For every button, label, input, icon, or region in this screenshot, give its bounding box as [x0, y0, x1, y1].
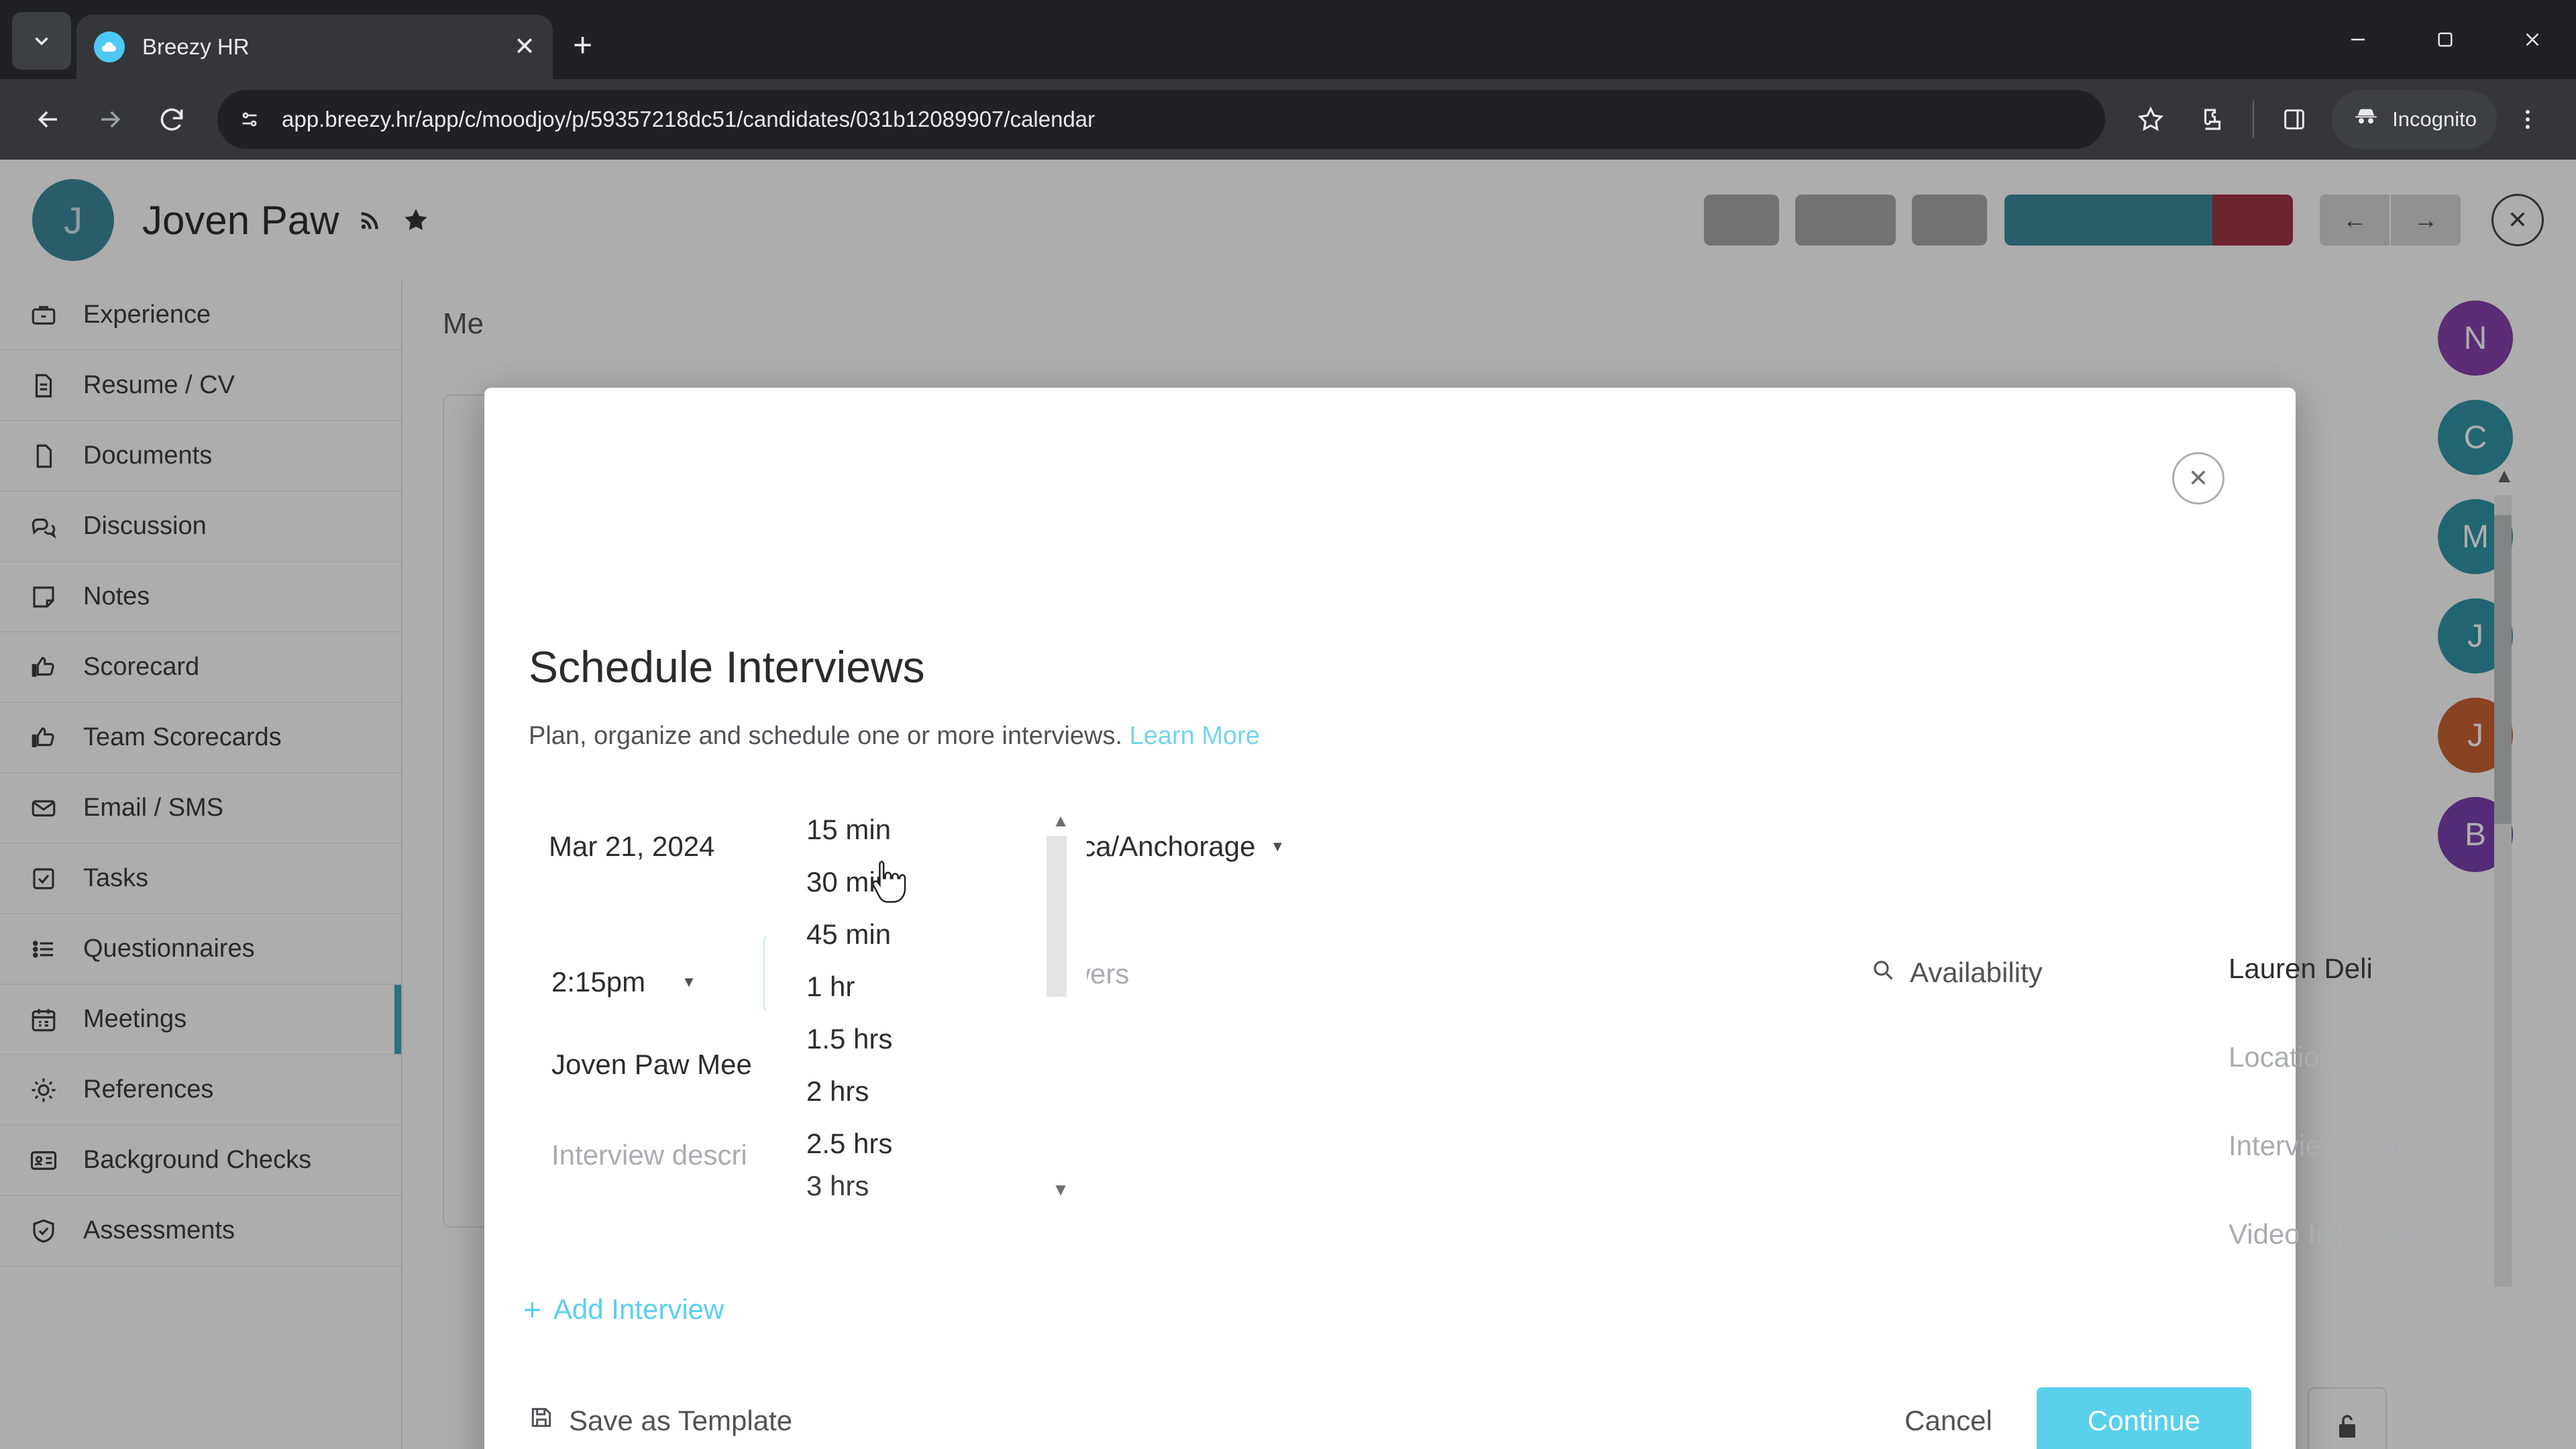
duration-option[interactable]: 45 min — [766, 908, 1087, 961]
tab-strip: Breezy HR ✕ + — [0, 0, 2576, 79]
forward-arrow-icon[interactable] — [79, 89, 141, 150]
caret-down-icon[interactable]: ▼ — [682, 973, 696, 991]
incognito-label: Incognito — [2392, 107, 2477, 131]
three-dots-icon[interactable] — [2497, 89, 2559, 150]
meeting-description-input[interactable]: Interview descri — [551, 1139, 747, 1171]
caret-up-icon[interactable]: ▲ — [1052, 810, 1069, 831]
add-interview-label: Add Interview — [553, 1293, 724, 1325]
close-icon[interactable]: ✕ — [514, 34, 535, 60]
save-as-template-label: Save as Template — [569, 1405, 793, 1436]
puzzle-icon[interactable] — [2182, 89, 2243, 150]
breezy-cloud-icon — [94, 32, 125, 62]
reload-icon[interactable] — [141, 89, 203, 150]
browser-window: Breezy HR ✕ + app.breezy.hr/app/c/moodjo… — [0, 0, 2576, 1449]
dropdown-scrollbar[interactable] — [1046, 836, 1067, 1165]
caret-down-icon[interactable]: ▼ — [1270, 838, 1285, 855]
interview-guide-row: Interview Guide ▼ — [2229, 1102, 2576, 1190]
meeting-title-input[interactable]: Joven Paw Mee — [551, 1049, 752, 1081]
browser-toolbar: app.breezy.hr/app/c/moodjoy/p/59357218dc… — [0, 79, 2576, 160]
duration-option[interactable]: 3 hrs — [766, 1170, 1087, 1197]
tab-title: Breezy HR — [142, 34, 250, 59]
dialog-subtitle: Plan, organize and schedule one or more … — [529, 722, 1260, 751]
dialog-subtitle-text: Plan, organize and schedule one or more … — [529, 722, 1123, 750]
duration-option[interactable]: 15 min — [766, 804, 1087, 856]
add-interview-button[interactable]: + Add Interview — [523, 1293, 724, 1326]
schedule-interviews-dialog: ✕ Schedule Interviews Plan, organize and… — [484, 388, 2436, 1449]
duration-option[interactable]: 1.5 hrs — [766, 1013, 1087, 1065]
incognito-indicator[interactable]: Incognito — [2332, 90, 2497, 149]
tab-search-button[interactable] — [12, 12, 71, 70]
star-icon[interactable] — [2120, 89, 2182, 150]
maximize-button[interactable] — [2402, 0, 2489, 79]
back-arrow-icon[interactable] — [17, 89, 79, 150]
close-window-button[interactable] — [2489, 0, 2576, 79]
incognito-hat-icon — [2352, 103, 2380, 136]
video-interview-row: Video Interview? ▼ — [2229, 1190, 2576, 1279]
url-text: app.breezy.hr/app/c/moodjoy/p/59357218dc… — [282, 107, 1095, 131]
start-time-select[interactable]: 2:15pm ▼ — [551, 966, 696, 998]
footer-actions: Cancel Continue — [1887, 1387, 2251, 1449]
interview-guide-select[interactable]: Interview Guide — [2229, 1130, 2424, 1162]
close-icon[interactable]: ✕ — [2172, 452, 2224, 504]
page-content: J Joven Paw ← → ✕ Experience Resume / CV… — [0, 160, 2576, 1449]
search-icon — [1870, 957, 1895, 989]
interviewer-select-row: Lauren Deli ▼ i — [2229, 924, 2576, 1013]
browser-tab[interactable]: Breezy HR ✕ — [76, 15, 553, 79]
continue-button[interactable]: Continue — [2036, 1387, 2251, 1449]
date-value[interactable]: Mar 21, 2024 — [549, 830, 715, 863]
side-panel-icon[interactable] — [2263, 89, 2325, 150]
learn-more-link[interactable]: Learn More — [1130, 722, 1260, 750]
duration-option[interactable]: 2 hrs — [766, 1065, 1087, 1118]
availability-label: Availability — [1910, 957, 2043, 988]
address-bar[interactable]: app.breezy.hr/app/c/moodjoy/p/59357218dc… — [217, 90, 2106, 149]
duration-option[interactable]: 2.5 hrs — [766, 1118, 1087, 1170]
plus-icon: + — [523, 1292, 541, 1327]
video-interview-select[interactable]: Video Interview? — [2229, 1218, 2436, 1250]
toolbar-divider — [2253, 101, 2255, 138]
location-input[interactable]: Location — [2229, 1041, 2335, 1073]
start-time-value: 2:15pm — [551, 966, 646, 998]
location-row: Location — [2229, 1013, 2576, 1102]
duration-option[interactable]: 30 min — [766, 856, 1087, 908]
interviewer-name[interactable]: Lauren Deli — [2229, 953, 2373, 985]
caret-down-icon[interactable]: ▼ — [1052, 1179, 1069, 1199]
scrollbar-thumb[interactable] — [1046, 836, 1067, 997]
interview-details-column: Lauren Deli ▼ i Location Interview Guide… — [2229, 924, 2576, 1279]
site-settings-icon[interactable] — [228, 98, 271, 141]
duration-dropdown-menu[interactable]: 15 min 30 min 45 min 1 hr 1.5 hrs 2 hrs … — [766, 804, 1087, 1199]
window-controls — [2314, 0, 2576, 79]
dialog-footer: Save as Template Cancel Continue — [484, 1347, 2296, 1449]
save-icon — [529, 1405, 554, 1437]
new-tab-button[interactable]: + — [573, 28, 592, 62]
mouse-cursor-pointer — [864, 857, 908, 913]
save-as-template-button[interactable]: Save as Template — [529, 1405, 792, 1437]
minimize-button[interactable] — [2314, 0, 2402, 79]
cancel-button[interactable]: Cancel — [1887, 1393, 2010, 1449]
duration-option[interactable]: 1 hr — [766, 961, 1087, 1013]
availability-button[interactable]: Availability — [1870, 957, 2043, 989]
dialog-title: Schedule Interviews — [529, 642, 925, 692]
